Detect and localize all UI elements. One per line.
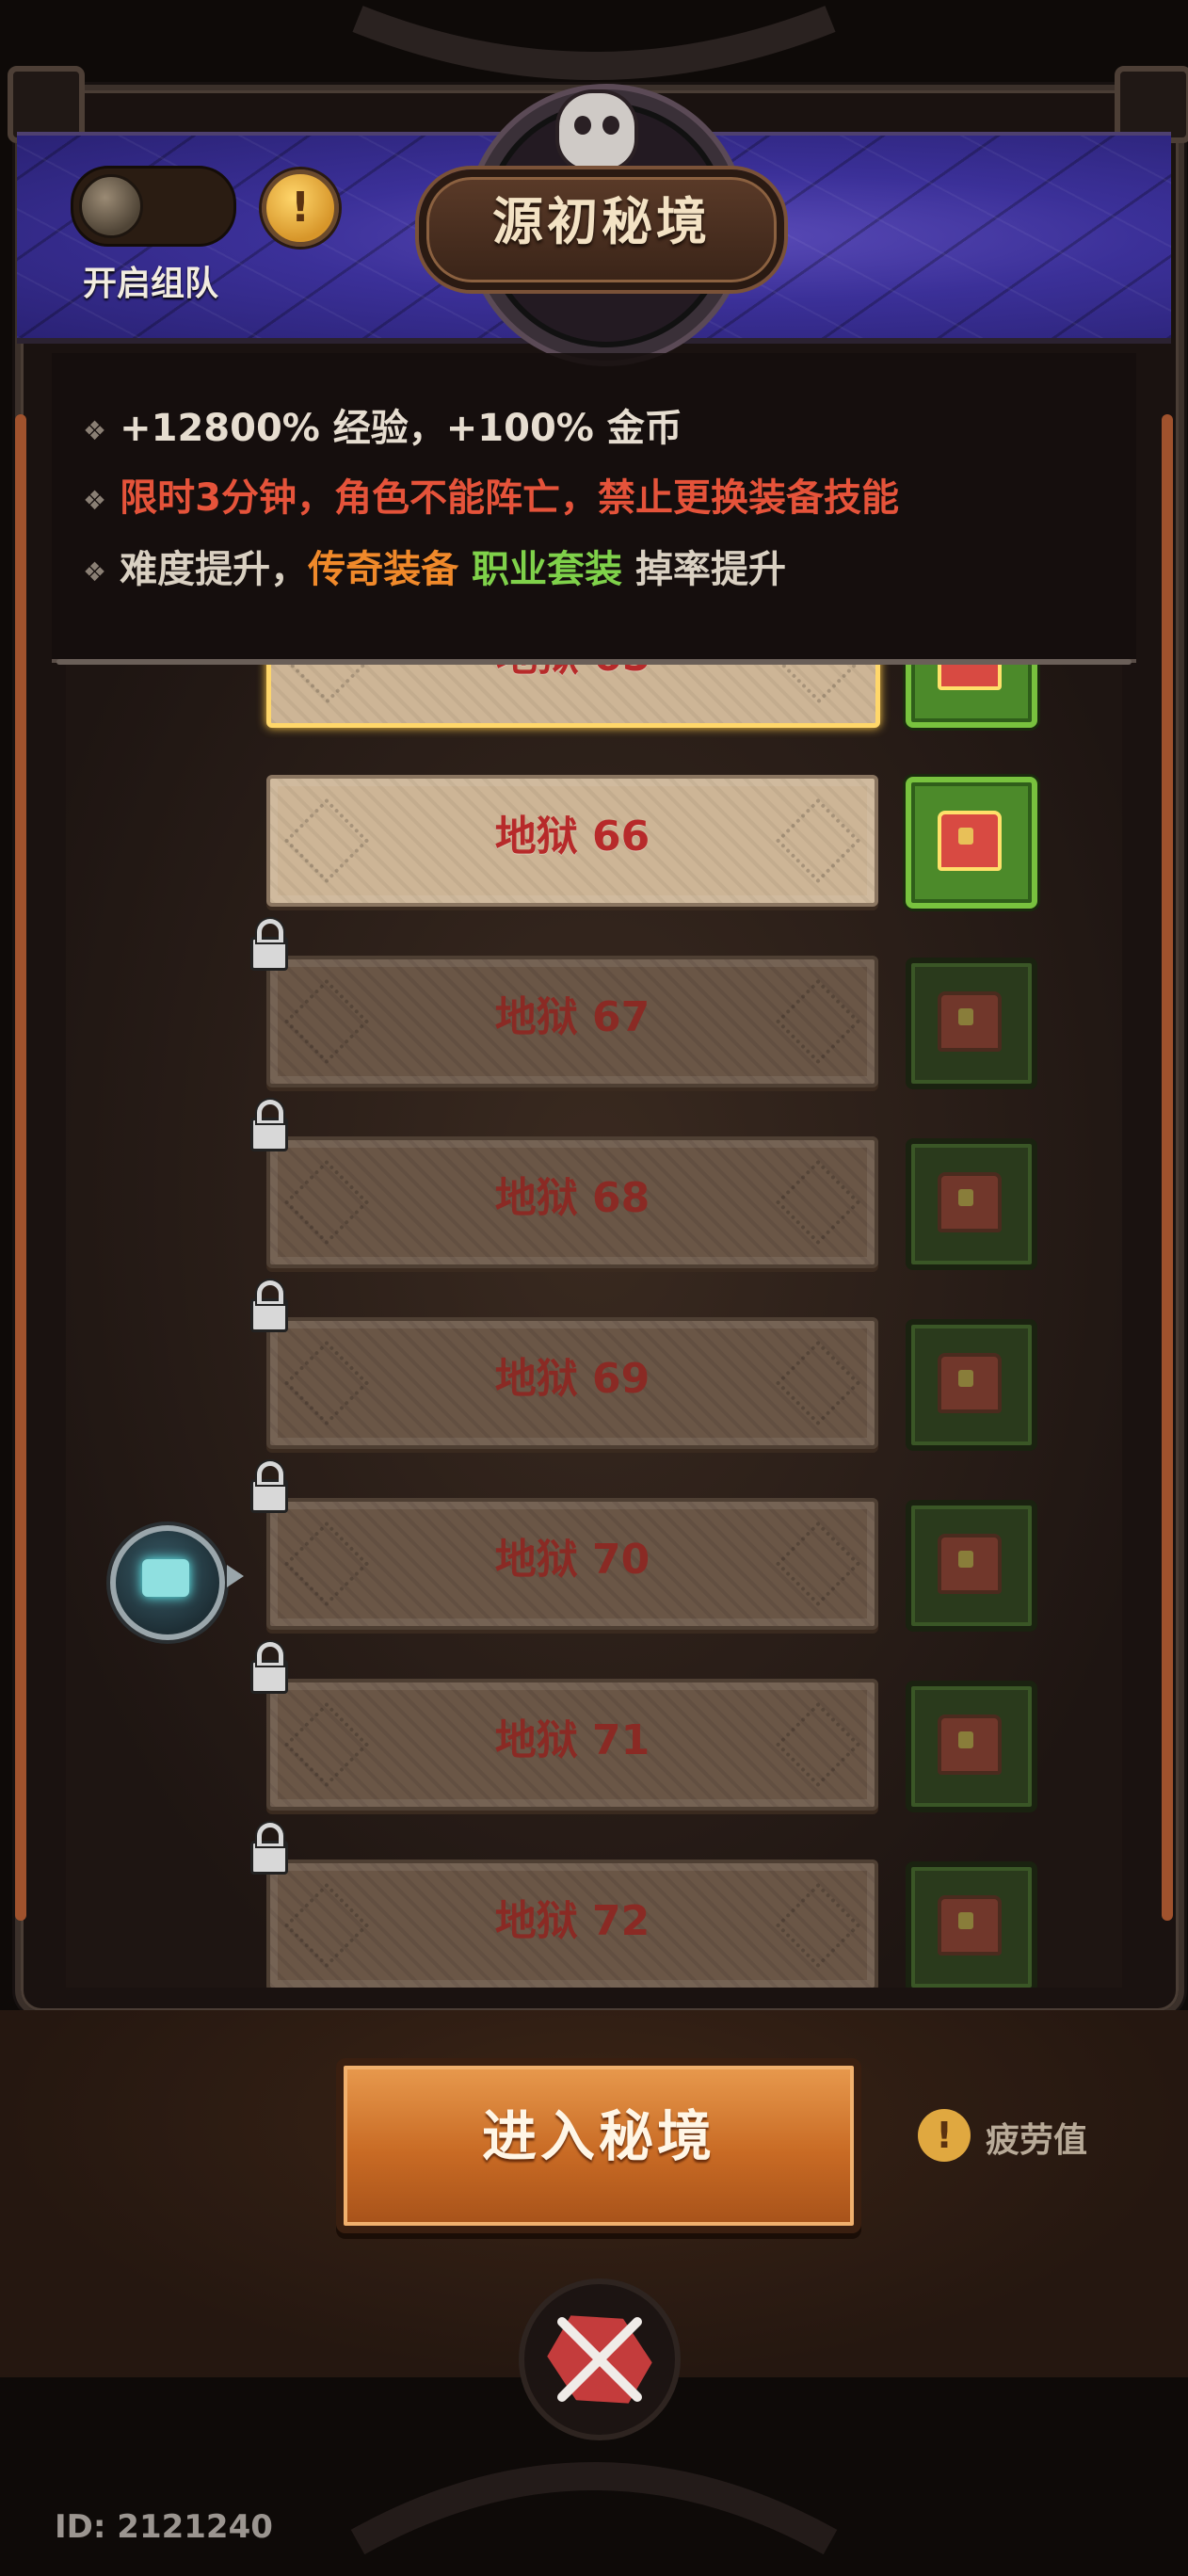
reward-chest-button[interactable] [906, 1681, 1037, 1812]
level-button[interactable]: 地狱 67 [266, 956, 878, 1087]
chest-icon [938, 991, 1002, 1052]
level-button[interactable]: 地狱 70 [266, 1498, 878, 1630]
level-label: 地狱 71 [494, 1716, 650, 1764]
reward-chest-button[interactable] [906, 777, 1037, 909]
info-line-bonus: ❖ +12800% 经验，+100% 金币 [83, 397, 682, 452]
team-toggle-label: 开启组队 [83, 265, 219, 303]
title-plate: 源初秘境 [419, 169, 784, 290]
level-row: 地狱 68 [66, 1100, 1122, 1270]
enter-dungeon-button[interactable]: 进入秘境 [336, 2058, 861, 2233]
legendary-equipment-text: 传奇装备 [308, 548, 459, 591]
reward-chest-button[interactable] [906, 958, 1037, 1089]
player-id: ID: 2121240 [55, 2508, 273, 2546]
class-set-text: 职业套装 [472, 548, 623, 591]
level-row: 地狱 70 [66, 1461, 1122, 1632]
level-row: 地狱 72 [66, 1823, 1122, 1988]
level-label: 地狱 70 [494, 1536, 650, 1584]
reward-chest-button[interactable] [906, 1138, 1037, 1270]
level-row: 地狱 66 [66, 756, 1122, 909]
level-label: 地狱 69 [494, 1355, 650, 1403]
level-row: 地狱 65 [66, 665, 1122, 728]
drops-suffix: 掉率提升 [634, 548, 786, 591]
level-button[interactable]: 地狱 65 [266, 665, 880, 728]
level-button[interactable]: 地狱 71 [266, 1679, 878, 1811]
chest-icon [938, 811, 1002, 871]
fatigue-info-icon[interactable]: ! [918, 2109, 971, 2162]
left-rail [15, 414, 26, 1921]
level-label: 地狱 66 [494, 813, 650, 861]
fatigue-label[interactable]: 疲劳值 [986, 2113, 1087, 2162]
reward-chest-button[interactable] [906, 1861, 1037, 1988]
chest-icon [938, 1895, 1002, 1956]
level-row: 地狱 69 [66, 1280, 1122, 1451]
level-label: 地狱 65 [271, 665, 875, 723]
reward-chest-button[interactable] [906, 665, 1037, 728]
level-label: 地狱 72 [494, 1897, 650, 1945]
level-button[interactable]: 地狱 72 [266, 1860, 878, 1988]
battle-button[interactable] [519, 2278, 681, 2440]
team-toggle[interactable] [71, 166, 236, 247]
page-title: 源初秘境 [492, 192, 711, 251]
level-label: 地狱 67 [494, 993, 650, 1041]
lock-icon [250, 1642, 288, 1694]
drops-prefix: 难度提升， [120, 548, 309, 591]
bonus-text: +12800% 经验，+100% 金币 [120, 407, 682, 450]
chest-icon [938, 1353, 1002, 1413]
lock-icon [250, 1823, 288, 1875]
level-label: 地狱 68 [494, 1174, 650, 1222]
chest-icon [938, 1534, 1002, 1594]
bullet-icon: ❖ [83, 414, 107, 446]
level-row: 地狱 71 [66, 1642, 1122, 1812]
level-list[interactable]: 地狱 65 地狱 66 地狱 67 地狱 68 地狱 69 地狱 70 地狱 71 地狱 72 [66, 665, 1122, 1988]
rules-text: 限时3分钟，角色不能阵亡，禁止更换装备技能 [120, 476, 899, 520]
enter-dungeon-label: 进入秘境 [481, 2104, 715, 2168]
level-button[interactable]: 地狱 66 [266, 775, 878, 907]
chest-icon [938, 1172, 1002, 1232]
lock-icon [250, 1100, 288, 1151]
bullet-icon: ❖ [83, 484, 107, 516]
bullet-icon: ❖ [83, 555, 107, 588]
toggle-knob[interactable] [79, 174, 143, 238]
lock-icon [250, 919, 288, 971]
level-button[interactable]: 地狱 68 [266, 1136, 878, 1268]
info-button[interactable]: ! [262, 169, 339, 247]
reward-chest-button[interactable] [906, 1500, 1037, 1632]
panel-divider [56, 659, 1132, 665]
lock-icon [250, 1461, 288, 1513]
level-row: 地狱 67 [66, 919, 1122, 1089]
chest-icon [938, 1715, 1002, 1775]
altar-icon [142, 1559, 189, 1597]
current-position-marker [110, 1525, 244, 1640]
level-button[interactable]: 地狱 69 [266, 1317, 878, 1449]
chest-icon [938, 665, 1002, 690]
skull-icon [555, 89, 638, 172]
reward-chest-button[interactable] [906, 1319, 1037, 1451]
lock-icon [250, 1280, 288, 1332]
info-line-rules: ❖ 限时3分钟，角色不能阵亡，禁止更换装备技能 [83, 467, 899, 522]
info-line-drops: ❖ 难度提升，传奇装备 职业套装 掉率提升 [83, 539, 786, 593]
crossed-swords-icon [557, 2317, 642, 2402]
right-rail [1162, 414, 1173, 1921]
